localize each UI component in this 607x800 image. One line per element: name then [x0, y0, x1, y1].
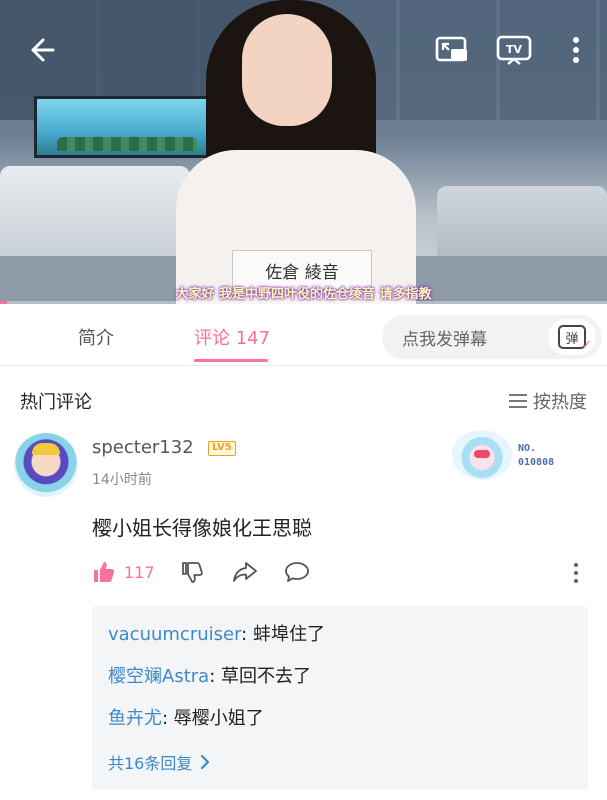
view-all-replies-label: 共16条回复: [108, 754, 193, 773]
tv-cast-button[interactable]: TV: [494, 30, 534, 70]
section-title: 热门评论: [20, 392, 92, 413]
view-all-replies-link[interactable]: 共16条回复: [108, 750, 210, 774]
fan-medal-icon[interactable]: [452, 430, 512, 480]
tv-cast-icon: TV: [496, 35, 532, 65]
thumbs-down-icon: [182, 562, 203, 583]
background-sofa: [0, 166, 190, 262]
fan-medal-number: NO. 010808: [518, 442, 554, 470]
more-dot-icon: [574, 579, 578, 583]
background-aquarium: [34, 96, 224, 158]
fan-medal-line: 010808: [518, 457, 555, 468]
thumbs-up-icon: [94, 562, 115, 582]
reply-button[interactable]: [284, 560, 310, 584]
more-dot-icon: [574, 571, 578, 575]
picture-in-picture-button[interactable]: [432, 30, 472, 70]
dislike-button[interactable]: [180, 560, 204, 584]
reply-item: 鱼卉尤: 辱樱小姐了: [108, 708, 572, 730]
comment-actions: 117: [92, 558, 592, 588]
presenter-face: [242, 14, 332, 126]
picture-in-picture-icon: [435, 36, 467, 62]
video-subtitle: 大家好 我是中野四叶役的佐仓绫音 请多指教: [175, 287, 432, 302]
danmaku-placeholder: 点我发弹幕: [402, 329, 487, 350]
avatar[interactable]: [14, 433, 78, 497]
tab-comments[interactable]: 评论 147: [194, 324, 270, 350]
tab-bar: 简介 评论 147 点我发弹幕 弹 ✓: [0, 304, 607, 366]
like-button[interactable]: 117: [92, 560, 155, 584]
danmaku-settings-button[interactable]: 弹 ✓: [548, 319, 596, 355]
comment-timestamp: 14小时前: [92, 472, 152, 488]
share-arrow-icon: [233, 562, 257, 582]
sort-button[interactable]: 按热度: [509, 388, 587, 414]
more-vertical-icon: [573, 37, 579, 63]
reply-text: : 辱樱小姐了: [162, 708, 264, 729]
back-arrow-icon: [31, 38, 55, 62]
danmaku-icon: 弹 ✓: [558, 325, 592, 353]
chevron-right-icon: [201, 754, 210, 770]
reply-item: vacuumcruiser: 蚌埠住了: [108, 624, 572, 646]
reply-text: : 蚌埠住了: [241, 624, 325, 645]
fan-medal-line: NO.: [518, 443, 537, 454]
more-dot-icon: [574, 563, 578, 567]
background-sofa-right: [437, 186, 607, 266]
comment-more-button[interactable]: [566, 560, 586, 586]
back-button[interactable]: [22, 30, 62, 70]
svg-text:TV: TV: [506, 43, 523, 56]
sort-label: 按热度: [533, 392, 587, 413]
sort-lines-icon: [509, 394, 527, 408]
reply-text: : 草回不去了: [209, 666, 311, 687]
level-badge: LV5: [208, 441, 236, 456]
comment-username[interactable]: specter132: [92, 437, 194, 458]
danmaku-input[interactable]: 点我发弹幕 弹 ✓: [382, 315, 602, 359]
video-player[interactable]: 佐倉 綾音 大家好 我是中野四叶役的佐仓绫音 请多指教 TV: [0, 0, 607, 304]
reply-username[interactable]: 樱空斓Astra: [108, 666, 209, 687]
share-button[interactable]: [232, 560, 258, 584]
more-options-button[interactable]: [556, 30, 596, 70]
reply-preview-box[interactable]: vacuumcruiser: 蚌埠住了 樱空斓Astra: 草回不去了 鱼卉尤:…: [92, 606, 588, 790]
speech-bubble-icon: [285, 562, 309, 582]
reply-item: 樱空斓Astra: 草回不去了: [108, 666, 572, 688]
reply-username[interactable]: 鱼卉尤: [108, 708, 162, 729]
check-icon: ✓: [581, 338, 592, 353]
danmaku-icon-glyph: 弹: [565, 331, 579, 347]
comment-text: 樱小姐长得像娘化王思聪: [92, 516, 312, 540]
like-count: 117: [124, 562, 155, 582]
active-tab-indicator: [194, 359, 268, 362]
tab-intro[interactable]: 简介: [78, 324, 114, 350]
reply-username[interactable]: vacuumcruiser: [108, 624, 241, 645]
